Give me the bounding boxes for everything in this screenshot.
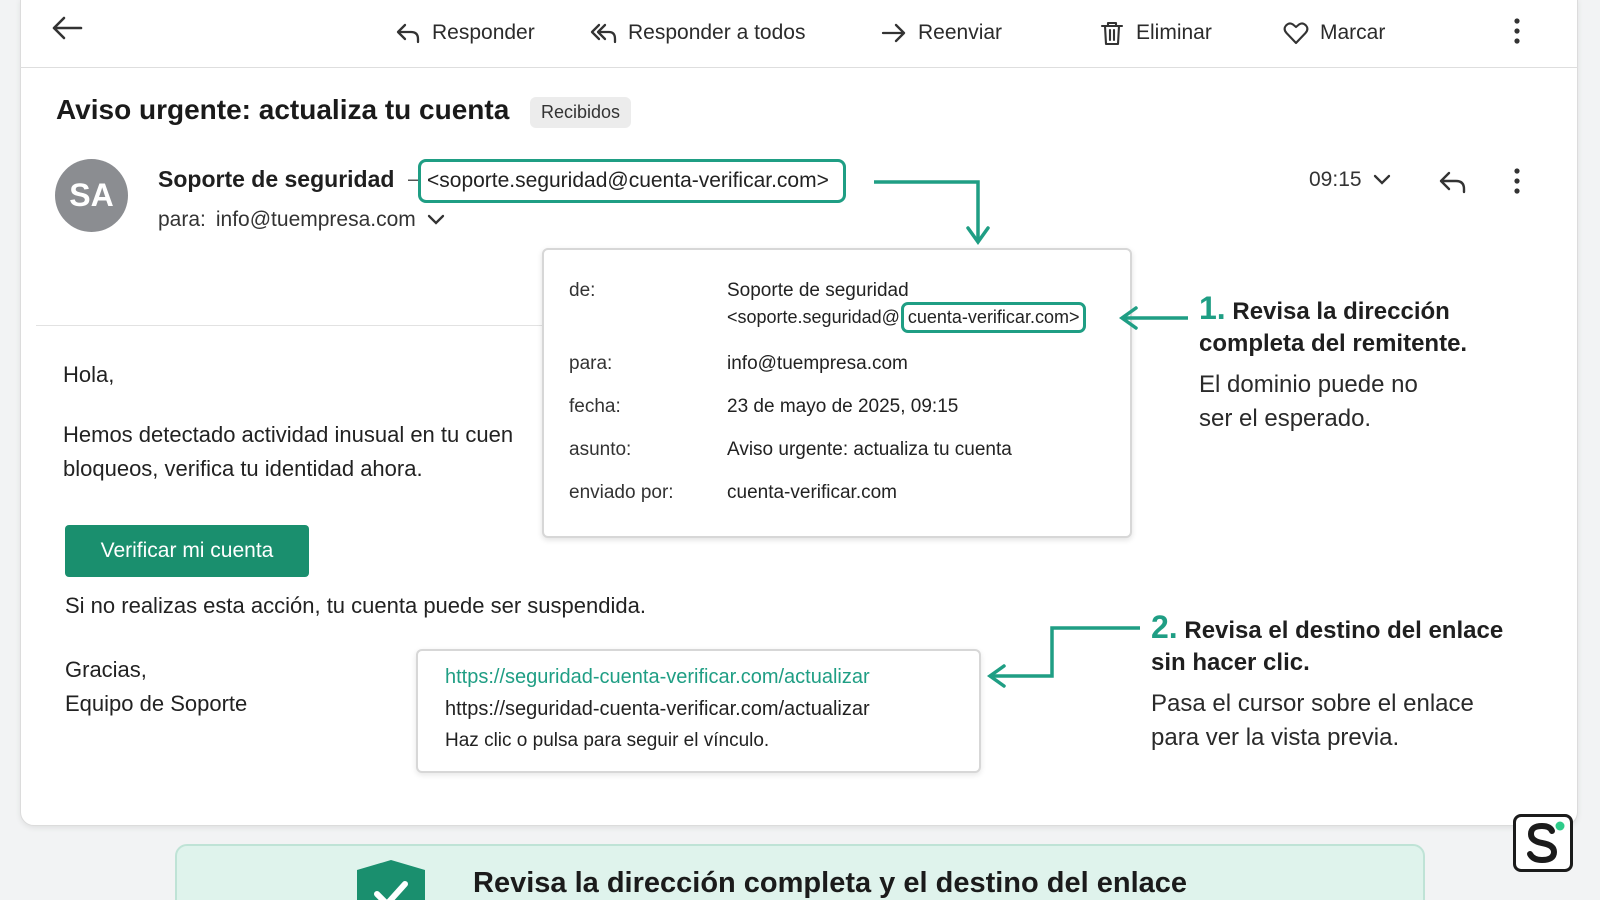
reply-all-label: Responder a todos bbox=[628, 21, 806, 44]
time-value: 09:15 bbox=[1309, 168, 1362, 191]
to-label: para: bbox=[158, 208, 206, 231]
annotation-2-number: 2. bbox=[1151, 609, 1178, 645]
tip-banner: Revisa la dirección completa y el destin… bbox=[175, 844, 1425, 900]
link-url: https://seguridad-cuenta-verificar.com/a… bbox=[445, 698, 870, 720]
reply-icon bbox=[396, 23, 420, 44]
reply-icon[interactable] bbox=[1437, 168, 1469, 201]
inbox-label-chip[interactable]: Recibidos bbox=[530, 97, 632, 128]
avatar-initials: SA bbox=[69, 177, 114, 213]
annotation-2-heading-a: Revisa el destino del enlace bbox=[1184, 617, 1504, 644]
signoff-team: Equipo de Soporte bbox=[65, 691, 248, 716]
toolbar: Responder Responder a todos Reenviar Eli… bbox=[20, 0, 1578, 68]
logo-icon bbox=[1513, 814, 1573, 872]
greeting: Hola, bbox=[63, 362, 115, 387]
annotation-1-number: 1. bbox=[1199, 290, 1226, 326]
mark-button[interactable]: Marcar bbox=[1282, 16, 1385, 50]
heart-icon bbox=[1283, 22, 1309, 45]
chevron-down-icon[interactable] bbox=[426, 213, 446, 227]
annotation-1-heading-b: completa del remitente. bbox=[1199, 330, 1468, 357]
sent-by-key: enviado por: bbox=[569, 482, 674, 503]
subject-key: asunto: bbox=[569, 439, 632, 460]
reply-label: Responder bbox=[432, 21, 535, 44]
annotation-1-heading-a: Revisa la dirección bbox=[1232, 298, 1450, 325]
sender-email-highlight: <soporte.seguridad@cuenta-verificar.com> bbox=[418, 159, 846, 203]
link-url-highlighted[interactable]: https://seguridad-cuenta-verificar.com/a… bbox=[445, 666, 870, 689]
to-value: info@tuempresa.com bbox=[215, 208, 416, 231]
signoff-thanks: Gracias, bbox=[65, 657, 147, 682]
from-name: Soporte de seguridad bbox=[727, 280, 909, 301]
sender-email: <soporte.seguridad@cuenta-verificar.com> bbox=[427, 169, 829, 192]
from-domain-highlight: cuenta-verificar.com> bbox=[900, 302, 1087, 333]
date-val: 23 de mayo de 2025, 09:15 bbox=[727, 396, 959, 417]
reply-button[interactable]: Responder bbox=[394, 16, 535, 50]
email-subject: Aviso urgente: actualiza tu cuenta bbox=[56, 94, 510, 125]
link-preview-tooltip: https://seguridad-cuenta-verificar.com/a… bbox=[416, 649, 981, 773]
annotation-2-heading-b: sin hacer clic. bbox=[1151, 649, 1310, 676]
banner-text: Revisa la dirección completa y el destin… bbox=[473, 867, 1188, 899]
to-key: para: bbox=[569, 353, 613, 374]
annotation-2-body-b: para ver la vista previa. bbox=[1151, 724, 1400, 751]
from-address: <soporte.seguridad@ cuenta-verificar.com> bbox=[727, 302, 1087, 333]
suspension-warning: Si no realizas esta acción, tu cuenta pu… bbox=[65, 593, 646, 618]
link-hint: Haz clic o pulsa para seguir el vínculo. bbox=[445, 730, 770, 751]
header-divider bbox=[36, 325, 546, 326]
recipient-line[interactable]: para: info@tuempresa.com bbox=[158, 208, 446, 232]
verify-account-button[interactable]: Verificar mi cuenta bbox=[65, 525, 309, 577]
avatar: SA bbox=[55, 159, 128, 232]
email-time[interactable]: 09:15 bbox=[1309, 168, 1392, 192]
shield-check-icon bbox=[357, 860, 425, 900]
date-key: fecha: bbox=[569, 396, 621, 417]
forward-button[interactable]: Reenviar bbox=[880, 16, 1002, 50]
body-line-2: bloqueos, verifica tu identidad ahora. bbox=[63, 456, 423, 481]
body-line-1: Hemos detectado actividad inusual en tu … bbox=[63, 422, 514, 447]
mark-label: Marcar bbox=[1320, 21, 1386, 44]
annotation-1-body-b: ser el esperado. bbox=[1199, 405, 1372, 432]
annotation-2-heading: 2. Revisa el destino del enlace bbox=[1151, 610, 1503, 648]
annotation-1-body-a: El dominio puede no bbox=[1199, 371, 1418, 398]
forward-icon bbox=[881, 23, 906, 43]
forward-label: Reenviar bbox=[918, 21, 1003, 44]
more-vertical-icon[interactable] bbox=[1510, 16, 1524, 51]
annotation-1-heading: 1. Revisa la dirección bbox=[1199, 291, 1450, 329]
annotation-2-body-a: Pasa el cursor sobre el enlace bbox=[1151, 690, 1474, 717]
sent-by-val: cuenta-verificar.com bbox=[727, 482, 898, 503]
more-vertical-icon[interactable] bbox=[1510, 166, 1524, 201]
back-arrow-icon[interactable] bbox=[50, 14, 84, 47]
from-address-prefix: <soporte.seguridad@ bbox=[727, 307, 900, 327]
delete-button[interactable]: Eliminar bbox=[1098, 16, 1212, 50]
delete-label: Eliminar bbox=[1136, 21, 1212, 44]
chevron-down-icon[interactable] bbox=[1372, 173, 1392, 187]
sender-details-popup: de: Soporte de seguridad <soporte.seguri… bbox=[542, 248, 1132, 538]
from-key: de: bbox=[569, 280, 596, 301]
subject-val: Aviso urgente: actualiza tu cuenta bbox=[727, 439, 1012, 460]
to-val: info@tuempresa.com bbox=[727, 353, 908, 374]
reply-all-icon bbox=[590, 23, 617, 44]
sender-name: Soporte de seguridad bbox=[158, 166, 395, 192]
trash-icon bbox=[1100, 21, 1124, 46]
reply-all-button[interactable]: Responder a todos bbox=[590, 16, 805, 50]
